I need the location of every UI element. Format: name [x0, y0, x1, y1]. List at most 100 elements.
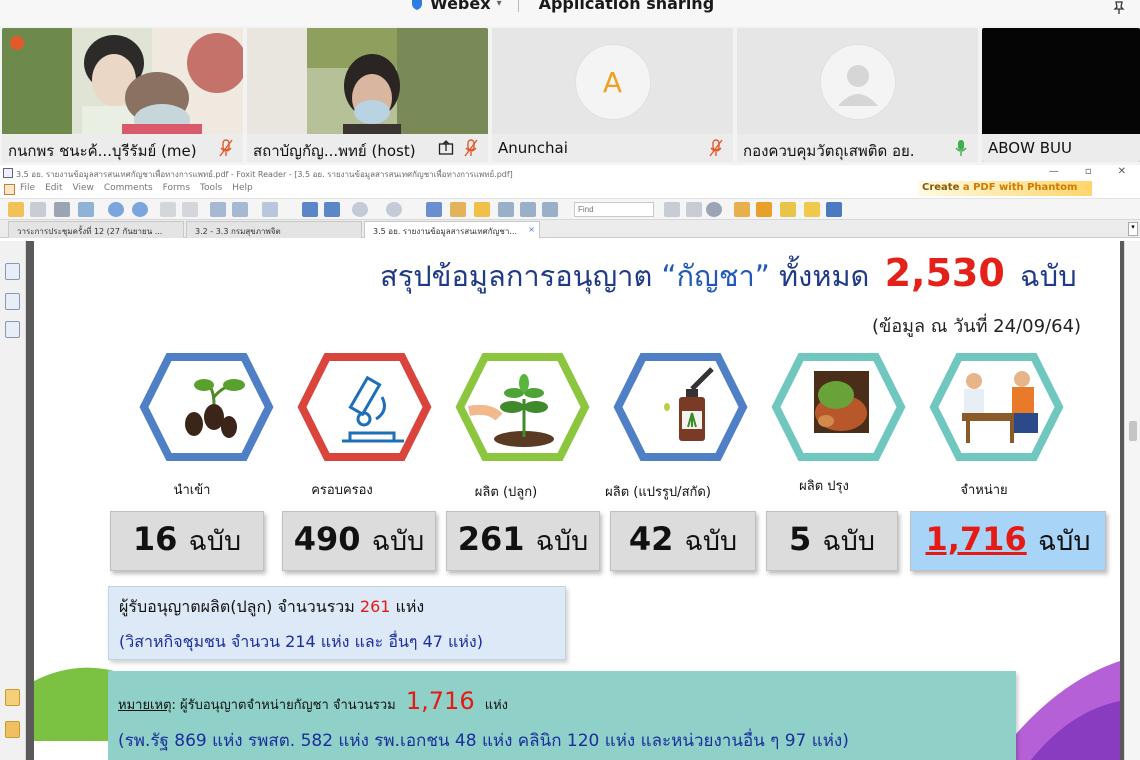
phantom-ad-banner[interactable]: Create a PDF with Phantom	[918, 181, 1092, 196]
count-value: 5	[788, 520, 812, 558]
facing-page-icon[interactable]	[232, 202, 248, 217]
signatures-icon[interactable]	[5, 721, 20, 738]
open-icon[interactable]	[8, 202, 24, 217]
muted-badge-icon	[10, 36, 24, 50]
minimize-button[interactable]: —	[1049, 166, 1059, 177]
mic-muted-icon[interactable]	[709, 139, 723, 157]
scrollbar-thumb[interactable]	[1129, 421, 1137, 441]
typewriter-icon[interactable]	[520, 202, 536, 217]
heading-mid: ทั้งหมด	[779, 259, 870, 293]
cultivation-summary-line: ผู้รับอนุญาตผลิต(ปลูก) จำนวนรวม 261 แห่ง	[119, 595, 555, 620]
webex-title[interactable]: Webex ▾ Application sharing	[410, 0, 714, 13]
attachments-icon[interactable]	[5, 689, 20, 706]
heading-prefix: สรุปข้อมูลการอนุญาต	[380, 259, 653, 293]
chevron-down-icon[interactable]: ▾	[497, 0, 502, 9]
find-input[interactable]	[574, 202, 654, 217]
tab-cannabis-report[interactable]: 3.5 อย. รายงานข้อมูลสารสนเทศกัญชา... ×	[364, 221, 540, 238]
participant-name-bar: กองควบคุมวัตถุเสพติด อย.	[737, 134, 978, 162]
bookmarks-icon[interactable]	[5, 263, 20, 280]
phantom-banner-prefix: Create	[922, 182, 963, 193]
search-icon[interactable]	[706, 202, 722, 217]
heading-total: 2,530	[884, 251, 1005, 295]
pages-icon[interactable]	[5, 293, 20, 310]
participant-strip: กนกพร ชนะค้...บุรีรัมย์ (me) สถาบัญกัญ..…	[0, 28, 1140, 162]
zoom-out-icon[interactable]	[352, 202, 368, 217]
print-icon[interactable]	[54, 202, 70, 217]
zoom-in-icon[interactable]	[386, 202, 402, 217]
first-page-icon[interactable]	[108, 202, 124, 217]
textbox-icon[interactable]	[780, 202, 796, 217]
mic-muted-icon[interactable]	[219, 139, 233, 157]
participant-name: ABOW BUU	[988, 139, 1072, 157]
document-area: สรุปข้อมูลการอนุญาต “กัญชา” ทั้งหมด 2,53…	[0, 241, 1140, 760]
count-box-import: 16 ฉบับ	[110, 511, 264, 571]
tab-label: วาระการประชุมครั้งที่ 12 (27 กันยายน ...	[17, 227, 163, 236]
menu-view[interactable]: View	[73, 183, 94, 198]
snapshot-icon[interactable]	[542, 202, 558, 217]
layers-icon[interactable]	[5, 321, 20, 338]
app-menu-icon[interactable]	[4, 184, 15, 195]
find-text-icon[interactable]	[498, 202, 514, 217]
menu-help[interactable]: Help	[232, 183, 253, 198]
vertical-scrollbar[interactable]	[1124, 241, 1140, 760]
toolbar	[0, 198, 1140, 220]
note-label: หมายเหตุ	[118, 698, 172, 713]
category-label-distribution: จำหน่าย	[960, 483, 1008, 498]
tabs-dropdown-icon[interactable]: ▾	[1128, 222, 1138, 236]
count-box-processing: 42 ฉบับ	[610, 511, 756, 571]
last-page-icon[interactable]	[132, 202, 148, 217]
participant-tile-abow[interactable]: ABOW BUU	[982, 28, 1140, 162]
save-icon[interactable]	[30, 202, 46, 217]
tab-agenda[interactable]: วาระการประชุมครั้งที่ 12 (27 กันยายน ...	[8, 221, 184, 238]
avatar: A	[574, 44, 651, 120]
forward-icon[interactable]	[182, 202, 198, 217]
menu-forms[interactable]: Forms	[163, 183, 190, 198]
tab-mental-health[interactable]: 3.2 - 3.3 กรมสุขภาพจิต	[186, 221, 362, 238]
note-value: 1,716	[405, 687, 475, 715]
fit-width-icon[interactable]	[324, 202, 340, 217]
find-next-icon[interactable]	[686, 202, 702, 217]
comment-icon[interactable]	[804, 202, 820, 217]
note-prefix: : ผู้รับอนุญาตจำหน่ายกัญชา จำนวนรวม	[171, 698, 396, 713]
participant-name-bar: กนกพร ชนะค้...บุรีรัมย์ (me)	[2, 134, 243, 162]
participant-tile-anunchai[interactable]: A Anunchai	[492, 28, 733, 162]
close-button[interactable]: ✕	[1118, 166, 1126, 177]
close-tab-icon[interactable]: ×	[528, 225, 535, 234]
select-annotation-icon[interactable]	[474, 202, 490, 217]
pin-icon[interactable]	[1112, 0, 1126, 14]
zoom-icon[interactable]	[262, 202, 278, 217]
mic-muted-icon[interactable]	[464, 139, 478, 157]
mic-active-icon[interactable]	[954, 139, 968, 157]
participant-tile-host[interactable]: สถาบัญกัญ...พทย์ (host)	[247, 28, 488, 162]
window-controls: — ▫ ✕	[1049, 166, 1126, 177]
back-icon[interactable]	[160, 202, 176, 217]
distribution-breakdown: (รพ.รัฐ 869 แห่ง รพสต. 582 แห่ง รพ.เอกชน…	[118, 731, 849, 751]
count-value: 1,716	[925, 520, 1027, 558]
distribution-note-box: หมายเหตุ: ผู้รับอนุญาตจำหน่ายกัญชา จำนวน…	[108, 671, 1016, 760]
count-box-distribution: 1,716 ฉบับ	[910, 511, 1106, 571]
hand-tool-icon[interactable]	[426, 202, 442, 217]
note-icon[interactable]	[756, 202, 772, 217]
email-icon[interactable]	[78, 202, 94, 217]
menu-file[interactable]: File	[20, 183, 35, 198]
menu-comments[interactable]: Comments	[104, 183, 153, 198]
stamp-icon[interactable]	[734, 202, 750, 217]
menu-edit[interactable]: Edit	[45, 183, 62, 198]
window-title-bar: 3.5 อย. รายงานข้อมูลสารสนเทศกัญชาเพื่อทา…	[0, 165, 1140, 181]
participant-tile-me[interactable]: กนกพร ชนะค้...บุรีรัมย์ (me)	[2, 28, 243, 162]
summary-value: 261	[359, 597, 391, 616]
fit-page-icon[interactable]	[302, 202, 318, 217]
count-unit: ฉบับ	[684, 526, 738, 557]
count-value: 42	[628, 520, 674, 558]
participant-name: Anunchai	[498, 139, 568, 157]
participant-tile-fda[interactable]: กองควบคุมวัตถุเสพติด อย.	[737, 28, 978, 162]
count-unit: ฉบับ	[822, 526, 876, 557]
continuous-page-icon[interactable]	[210, 202, 226, 217]
menu-tools[interactable]: Tools	[200, 183, 222, 198]
participant-video	[247, 28, 488, 134]
arrow-icon[interactable]	[826, 202, 842, 217]
find-prev-icon[interactable]	[664, 202, 680, 217]
text-select-icon[interactable]	[450, 202, 466, 217]
count-value: 490	[293, 520, 361, 558]
restore-button[interactable]: ▫	[1085, 166, 1092, 177]
